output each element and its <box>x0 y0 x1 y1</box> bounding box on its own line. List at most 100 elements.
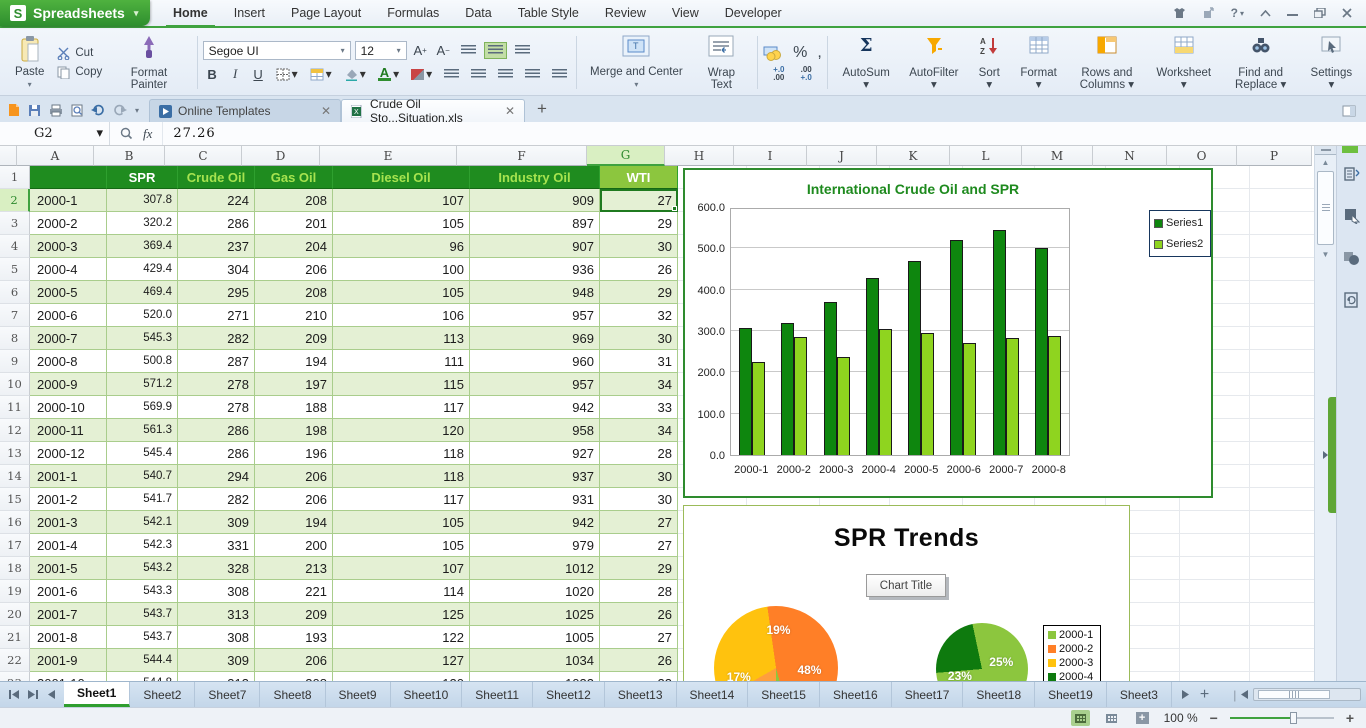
last-sheet-icon[interactable] <box>28 690 38 699</box>
table-header-cell[interactable]: Industry Oil <box>470 166 600 189</box>
shapes-pane-icon[interactable] <box>1343 250 1360 266</box>
cell-G20[interactable]: 26 <box>600 603 678 626</box>
task-pane-toggle-icon[interactable] <box>1342 105 1356 117</box>
row-header-12[interactable]: 12 <box>0 419 30 442</box>
cell-C21[interactable]: 308 <box>178 626 255 649</box>
cell-A21[interactable]: 2001-8 <box>30 626 107 649</box>
new-file-icon[interactable] <box>8 103 20 117</box>
qat-dropdown-icon[interactable]: ▾ <box>135 106 139 115</box>
menu-tab-insert[interactable]: Insert <box>221 0 278 26</box>
column-header-a[interactable]: A <box>17 146 94 166</box>
italic-button[interactable]: I <box>226 65 245 83</box>
cell-F21[interactable]: 1005 <box>470 626 600 649</box>
normal-view-button[interactable] <box>1071 710 1090 726</box>
print-preview-icon[interactable] <box>71 104 83 117</box>
cell-F15[interactable]: 931 <box>470 488 600 511</box>
sheet-tab-sheet16[interactable]: Sheet16 <box>820 682 892 707</box>
cell-F6[interactable]: 948 <box>470 281 600 304</box>
redo-icon[interactable] <box>113 104 127 116</box>
cell-G15[interactable]: 30 <box>600 488 678 511</box>
font-size-select[interactable]: 12▾ <box>355 41 407 60</box>
cell-A3[interactable]: 2000-2 <box>30 212 107 235</box>
cell-B17[interactable]: 542.3 <box>107 534 178 557</box>
cell-C11[interactable]: 278 <box>178 396 255 419</box>
cell-E10[interactable]: 115 <box>333 373 470 396</box>
underline-button[interactable]: U <box>249 65 268 83</box>
vertical-scroll-thumb[interactable] <box>1317 171 1334 245</box>
cell-D5[interactable]: 206 <box>255 258 333 281</box>
cell-F5[interactable]: 936 <box>470 258 600 281</box>
bar-series1-2000-3[interactable] <box>824 302 837 455</box>
bar-chart[interactable]: International Crude Oil and SPR0.0100.02… <box>683 168 1213 498</box>
cell-D21[interactable]: 193 <box>255 626 333 649</box>
bold-button[interactable]: B <box>203 65 222 83</box>
row-header-15[interactable]: 15 <box>0 488 30 511</box>
cell-F22[interactable]: 1034 <box>470 649 600 672</box>
fill-color-button[interactable]: ▾ <box>340 64 370 84</box>
cell-E20[interactable]: 125 <box>333 603 470 626</box>
row-header-21[interactable]: 21 <box>0 626 30 649</box>
print-icon[interactable] <box>49 104 63 117</box>
cell-A13[interactable]: 2000-12 <box>30 442 107 465</box>
cell-E3[interactable]: 105 <box>333 212 470 235</box>
cell-D23[interactable]: 208 <box>255 672 333 681</box>
cell-C5[interactable]: 304 <box>178 258 255 281</box>
cell-A6[interactable]: 2000-5 <box>30 281 107 304</box>
column-header-l[interactable]: L <box>950 146 1022 166</box>
help-icon[interactable]: ?▾ <box>1231 6 1244 20</box>
wrap-text-button[interactable]: Wrap Text <box>691 32 753 93</box>
select-all-corner[interactable] <box>0 146 17 166</box>
split-handle[interactable] <box>1315 146 1336 155</box>
menu-tab-data[interactable]: Data <box>452 0 504 26</box>
cell-C6[interactable]: 295 <box>178 281 255 304</box>
sheet-tab-sheet17[interactable]: Sheet17 <box>892 682 964 707</box>
cell-C9[interactable]: 287 <box>178 350 255 373</box>
collapsed-pane-handle[interactable] <box>1328 397 1336 513</box>
sheet-tab-sheet7[interactable]: Sheet7 <box>195 682 260 707</box>
cell-C10[interactable]: 278 <box>178 373 255 396</box>
selection-fill-handle[interactable] <box>672 206 677 211</box>
column-header-m[interactable]: M <box>1022 146 1093 166</box>
align-center-button[interactable] <box>521 66 544 83</box>
cell-B12[interactable]: 561.3 <box>107 419 178 442</box>
column-header-d[interactable]: D <box>242 146 320 166</box>
row-header-14[interactable]: 14 <box>0 465 30 488</box>
cell-D4[interactable]: 204 <box>255 235 333 258</box>
skin-icon[interactable] <box>1173 7 1186 19</box>
cell-C3[interactable]: 286 <box>178 212 255 235</box>
cell-C4[interactable]: 237 <box>178 235 255 258</box>
cell-A22[interactable]: 2001-9 <box>30 649 107 672</box>
cell-F2[interactable]: 909 <box>470 189 600 212</box>
cell-F3[interactable]: 897 <box>470 212 600 235</box>
sheet-tab-sheet15[interactable]: Sheet15 <box>748 682 820 707</box>
cell-O18[interactable] <box>1180 557 1250 580</box>
column-header-j[interactable]: J <box>807 146 877 166</box>
cell-C8[interactable]: 282 <box>178 327 255 350</box>
bar-series1-2000-7[interactable] <box>993 230 1006 455</box>
cell-E6[interactable]: 105 <box>333 281 470 304</box>
cell-E18[interactable]: 107 <box>333 557 470 580</box>
column-header-f[interactable]: F <box>457 146 587 166</box>
table-header-cell[interactable]: Diesel Oil <box>333 166 470 189</box>
cell-B11[interactable]: 569.9 <box>107 396 178 419</box>
align-bottom-button[interactable] <box>511 42 534 59</box>
cell-G4[interactable]: 30 <box>600 235 678 258</box>
cell-F11[interactable]: 942 <box>470 396 600 419</box>
cell-B21[interactable]: 543.7 <box>107 626 178 649</box>
menu-tab-page-layout[interactable]: Page Layout <box>278 0 374 26</box>
cell-B10[interactable]: 571.2 <box>107 373 178 396</box>
cell-E5[interactable]: 100 <box>333 258 470 281</box>
name-box[interactable]: G2▾ <box>0 122 110 145</box>
chart-title-button[interactable]: Chart Title <box>866 574 946 597</box>
cut-button[interactable]: Cut <box>53 47 106 60</box>
new-tab-button[interactable]: + <box>525 99 559 122</box>
sheet-tab-sheet11[interactable]: Sheet11 <box>462 682 533 707</box>
cell-F10[interactable]: 957 <box>470 373 600 396</box>
cell-D20[interactable]: 209 <box>255 603 333 626</box>
decrease-indent-button[interactable] <box>440 66 463 83</box>
horizontal-scroll-thumb[interactable] <box>1258 690 1330 699</box>
cell-E21[interactable]: 122 <box>333 626 470 649</box>
increase-indent-button[interactable] <box>467 66 490 83</box>
row-header-22[interactable]: 22 <box>0 649 30 672</box>
row-header-3[interactable]: 3 <box>0 212 30 235</box>
